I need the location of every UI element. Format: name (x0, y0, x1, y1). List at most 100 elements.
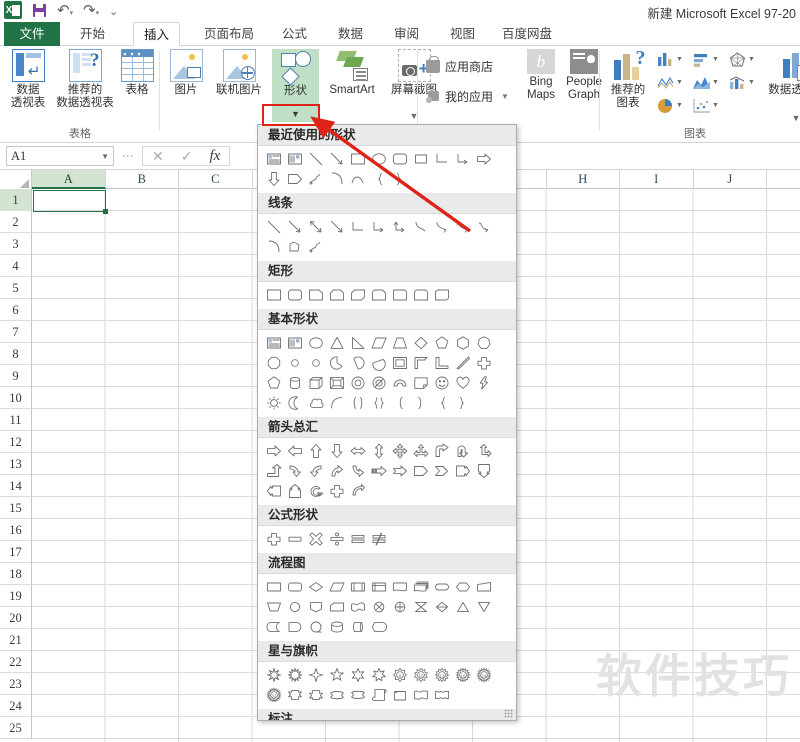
row-header-25[interactable]: 25 (0, 717, 31, 739)
name-box[interactable]: A1 ▼ (6, 146, 114, 166)
shape-line-arrow2[interactable] (326, 217, 347, 237)
bing-maps-button[interactable]: b Bing Maps (522, 49, 560, 102)
shape-flowchart-summing-junction[interactable] (368, 597, 389, 617)
shape-arc[interactable] (263, 237, 284, 257)
shape-star-24[interactable]: 24 (473, 665, 494, 685)
chevron-down-icon[interactable]: ▼ (676, 102, 683, 109)
shape-flowchart-internal-storage[interactable] (368, 577, 389, 597)
shape-left-bracket[interactable] (389, 393, 410, 413)
row-header-15[interactable]: 15 (0, 497, 31, 519)
shape-flowchart-terminator[interactable] (431, 577, 452, 597)
shape-left-arrow[interactable] (284, 441, 305, 461)
shape-flowchart-magnetic-disk[interactable] (326, 617, 347, 637)
row-header-4[interactable]: 4 (0, 255, 31, 277)
shape-snip-diagonal-corner[interactable] (347, 285, 368, 305)
column-header-h[interactable]: H (547, 170, 620, 189)
shape-not-equal-sign[interactable] (368, 529, 389, 549)
chevron-down-icon[interactable]: ▼ (712, 79, 719, 86)
shape-pentagon[interactable] (431, 333, 452, 353)
shape-up-arrow-callout[interactable] (284, 481, 305, 501)
column-header-c[interactable]: C (179, 170, 253, 189)
shape-bent-up-arrow[interactable] (263, 461, 284, 481)
shape-plus-sign[interactable] (263, 529, 284, 549)
chevron-down-icon[interactable]: ▼ (101, 152, 109, 161)
shape-half-frame[interactable] (410, 353, 431, 373)
select-all-corner[interactable] (0, 170, 32, 189)
column-header-j[interactable]: J (694, 170, 767, 189)
shape-right-arrow-callout[interactable] (452, 461, 473, 481)
shape-trapezoid[interactable] (389, 333, 410, 353)
shape-right-bracket[interactable] (410, 393, 431, 413)
shape-flowchart-display[interactable] (368, 617, 389, 637)
shape-flowchart-connector[interactable] (284, 597, 305, 617)
shape-division-sign[interactable] (326, 529, 347, 549)
shape-up-arrow[interactable] (305, 441, 326, 461)
shape-line-arrow[interactable] (284, 217, 305, 237)
chevron-down-icon[interactable]: ▼ (748, 56, 755, 63)
shape-smiley-face[interactable] (431, 373, 452, 393)
shape-folded-corner[interactable] (410, 373, 431, 393)
shape-flowchart-data[interactable] (326, 577, 347, 597)
shape-curved-down-ribbon[interactable] (347, 685, 368, 705)
store-button[interactable]: 应用商店 (426, 56, 493, 75)
shape-chord[interactable] (368, 353, 389, 373)
shape-elbow-arrow-connector[interactable] (452, 149, 473, 169)
shape-right-brace[interactable] (389, 169, 410, 189)
shape-l-shape[interactable] (431, 353, 452, 373)
shape-striped-right-arrow[interactable] (368, 461, 389, 481)
shape-oval[interactable] (368, 149, 389, 169)
row-header-14[interactable]: 14 (0, 475, 31, 497)
shape-snip-same-side-corner[interactable] (326, 285, 347, 305)
combo-chart-button[interactable]: ▼ (728, 74, 755, 91)
shape-frame[interactable] (389, 353, 410, 373)
shape-flowchart-delay[interactable] (284, 617, 305, 637)
shape-flowchart-alternate-process[interactable] (284, 577, 305, 597)
shape-double-wave[interactable] (431, 685, 452, 705)
shape-parallelogram[interactable] (368, 333, 389, 353)
shape-freeform[interactable] (284, 237, 305, 257)
shape-rounded-rectangle[interactable] (284, 285, 305, 305)
column-header-i[interactable]: I (620, 170, 694, 189)
shape-horizontal-scroll[interactable] (389, 685, 410, 705)
shape-round-same-side-corner[interactable] (410, 285, 431, 305)
pie-chart-button[interactable]: ▼ (656, 97, 683, 114)
shape-wave[interactable] (410, 685, 431, 705)
shape-teardrop[interactable] (347, 353, 368, 373)
shape-flowchart-stored-data[interactable] (263, 617, 284, 637)
row-header-17[interactable]: 17 (0, 541, 31, 563)
shape-cloud[interactable] (305, 393, 326, 413)
shape-diamond[interactable] (410, 333, 431, 353)
chevron-down-icon[interactable]: ▼ (676, 79, 683, 86)
chevron-down-icon[interactable]: ▼ (712, 102, 719, 109)
shape-arc-shape[interactable] (326, 393, 347, 413)
tab-home[interactable]: 开始 (70, 22, 115, 46)
shape-star-10[interactable]: 10 (410, 665, 431, 685)
tab-formulas[interactable]: 公式 (272, 22, 317, 46)
radar-chart-button[interactable]: ▼ (728, 51, 755, 68)
row-header-9[interactable]: 9 (0, 365, 31, 387)
shape-pie[interactable] (326, 353, 347, 373)
scatter-chart-button[interactable]: ▼ (692, 97, 719, 114)
column-chart-button[interactable]: ▼ (656, 51, 683, 68)
tab-review[interactable]: 审阅 (384, 22, 429, 46)
shape-chevron[interactable] (431, 461, 452, 481)
shape-curved-arrow[interactable] (431, 217, 452, 237)
shape-heptagon[interactable] (473, 333, 494, 353)
shape-line-arrow[interactable] (326, 149, 347, 169)
shape-left-right-arrow[interactable] (347, 441, 368, 461)
shape-explosion-1[interactable] (263, 665, 284, 685)
recommended-charts-button[interactable]: ? 推荐的 图表 (606, 48, 650, 110)
shape-elbow-arrow[interactable] (368, 217, 389, 237)
customize-qat-icon[interactable]: ⌄ (109, 2, 126, 19)
shape-star-32[interactable]: 32 (263, 685, 284, 705)
row-header-16[interactable]: 16 (0, 519, 31, 541)
shape-snip-and-round-corner[interactable] (368, 285, 389, 305)
shape-regular-pentagon[interactable] (263, 373, 284, 393)
row-header-6[interactable]: 6 (0, 299, 31, 321)
shape-diagonal-stripe[interactable] (452, 353, 473, 373)
shape-flowchart-manual-input[interactable] (473, 577, 494, 597)
shape-curved-double-arrow[interactable] (452, 217, 473, 237)
shape-cross-arrow[interactable] (326, 481, 347, 501)
row-header-8[interactable]: 8 (0, 343, 31, 365)
row-header-13[interactable]: 13 (0, 453, 31, 475)
